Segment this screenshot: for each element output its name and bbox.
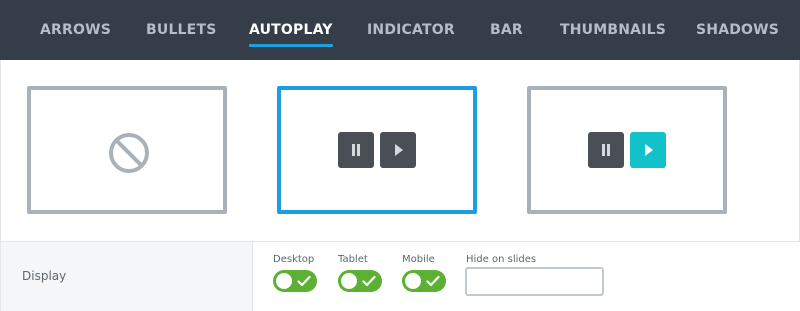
display-label-cell: Display	[0, 242, 253, 311]
autoplay-option-dark[interactable]	[277, 86, 477, 214]
tab-arrows[interactable]: ARROWS	[40, 0, 111, 60]
desktop-toggle[interactable]	[273, 270, 317, 292]
pause-button-preview	[588, 132, 624, 168]
tab-bar-option[interactable]: BAR	[490, 0, 523, 60]
autoplay-option-none[interactable]	[27, 86, 227, 214]
tab-bar: ARROWS BULLETS AUTOPLAY INDICATOR BAR TH…	[0, 0, 800, 60]
display-label: Display	[22, 269, 67, 283]
toggle-knob	[276, 273, 292, 289]
pause-icon	[602, 144, 610, 156]
mobile-label: Mobile	[402, 254, 435, 265]
autoplay-preview-buttons	[588, 132, 668, 168]
hide-on-slides-input[interactable]	[465, 267, 604, 296]
tablet-label: Tablet	[338, 254, 368, 265]
mobile-toggle[interactable]	[402, 270, 446, 292]
desktop-label: Desktop	[273, 254, 315, 265]
toggle-knob	[405, 273, 421, 289]
hide-on-slides-label: Hide on slides	[466, 254, 537, 265]
tab-indicator[interactable]: INDICATOR	[367, 0, 455, 60]
play-button-preview	[630, 132, 666, 168]
checkmark-icon	[426, 275, 440, 287]
checkmark-icon	[362, 275, 376, 287]
tab-bullets[interactable]: BULLETS	[146, 0, 216, 60]
play-icon	[645, 144, 653, 156]
no-symbol-icon	[109, 133, 149, 173]
autoplay-style-picker	[0, 60, 800, 241]
pause-icon	[352, 144, 360, 156]
play-icon	[395, 144, 403, 156]
toggle-knob	[341, 273, 357, 289]
checkmark-icon	[297, 275, 311, 287]
display-settings-row: Display Desktop Tablet Mobile Hide on sl…	[0, 241, 800, 311]
tablet-toggle[interactable]	[338, 270, 382, 292]
autoplay-option-teal[interactable]	[527, 86, 727, 214]
autoplay-preview-buttons	[338, 132, 418, 168]
tab-autoplay[interactable]: AUTOPLAY	[249, 0, 333, 60]
pause-button-preview	[338, 132, 374, 168]
play-button-preview	[380, 132, 416, 168]
tab-shadows[interactable]: SHADOWS	[696, 0, 779, 60]
tab-thumbnails[interactable]: THUMBNAILS	[560, 0, 666, 60]
